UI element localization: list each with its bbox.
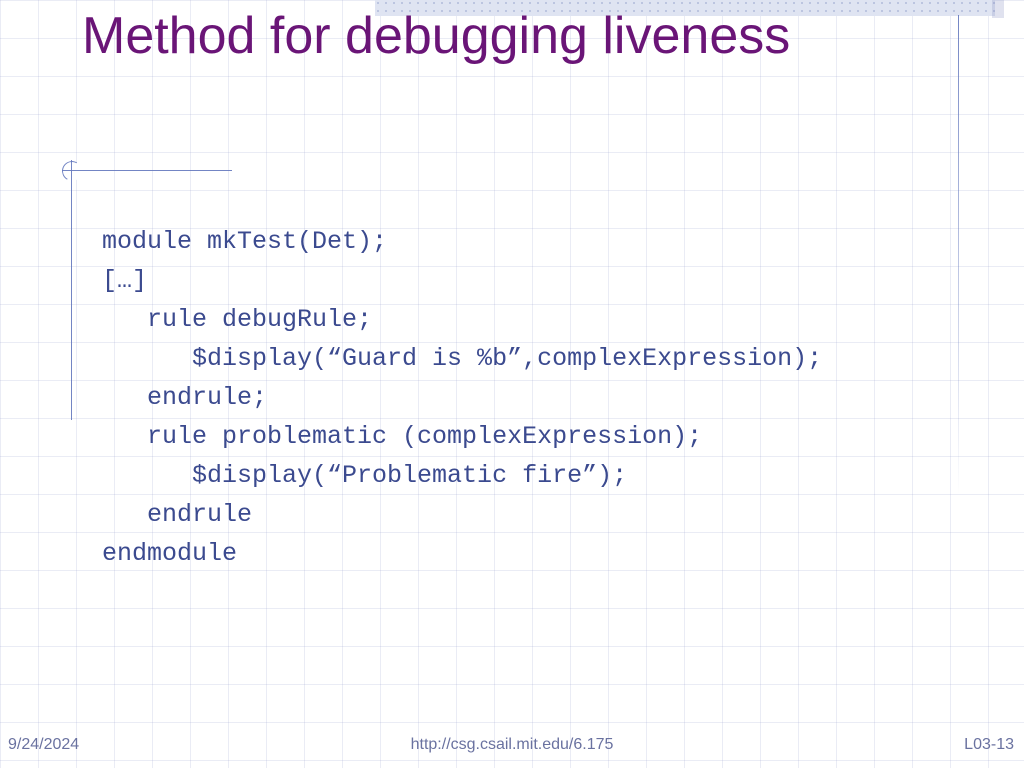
decorative-circle: [60, 159, 84, 183]
decorative-left-vline: [71, 160, 72, 420]
footer-url: http://csg.csail.mit.edu/6.175: [0, 736, 1024, 754]
decorative-hline: [62, 170, 232, 171]
slide: Method for debugging liveness module mkT…: [0, 0, 1024, 768]
footer: 9/24/2024 http://csg.csail.mit.edu/6.175…: [0, 730, 1024, 754]
footer-page: L03-13: [964, 736, 1014, 754]
slide-title: Method for debugging liveness: [82, 4, 862, 69]
decorative-right-notch: [992, 0, 1004, 18]
code-block: module mkTest(Det); […] rule debugRule; …: [102, 222, 982, 573]
